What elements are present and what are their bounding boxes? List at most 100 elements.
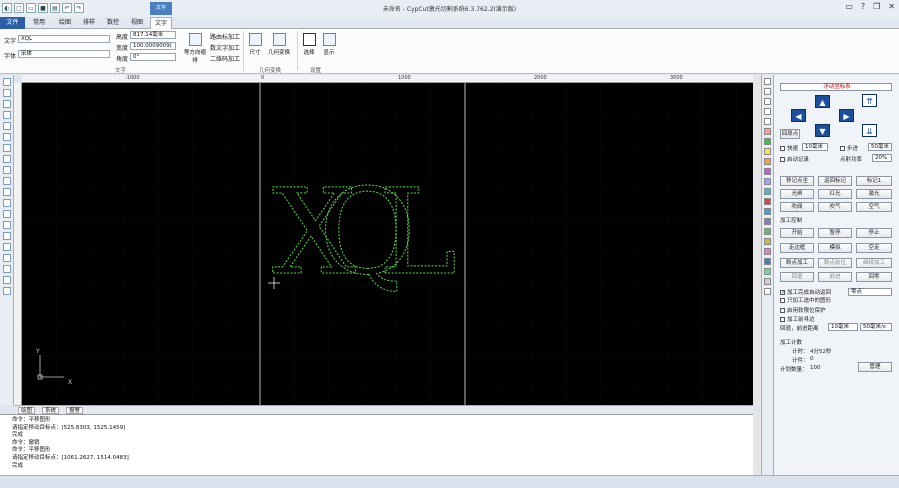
fast-option[interactable]: 快速 (780, 144, 798, 152)
node-tool-icon[interactable] (3, 89, 11, 97)
help-icon[interactable]: ? (861, 2, 865, 11)
lead-tool-icon[interactable] (3, 243, 11, 251)
text-tool-icon[interactable] (3, 221, 11, 229)
tab-text[interactable]: 文字 (150, 17, 172, 29)
home-button[interactable]: 回原点 (780, 129, 800, 139)
soft-limit-option[interactable]: 启用软限位保护 (780, 306, 826, 314)
start-record-checkbox[interactable] (780, 157, 785, 162)
font-select[interactable]: 宋体 (18, 50, 110, 58)
transform-button[interactable]: 几何变换 (266, 33, 292, 56)
edge-find-checkbox[interactable] (780, 317, 785, 322)
tab-system[interactable]: 系统 (42, 407, 60, 414)
fast-distance-select[interactable]: 10毫米 (802, 143, 828, 151)
soft-limit-checkbox[interactable] (780, 308, 785, 313)
return-mark-button[interactable]: 返回标记 (818, 176, 852, 186)
return-target-select[interactable]: 零点 (848, 288, 892, 296)
z-down-button[interactable]: ⇊ (862, 124, 877, 137)
layer-tool-icon[interactable] (764, 78, 771, 85)
move-down-button[interactable]: ▼ (815, 124, 830, 137)
layer-color-swatch[interactable] (764, 168, 771, 175)
breakpoint-button[interactable]: 断点加工 (780, 258, 814, 268)
step-option[interactable]: 步进 (840, 144, 858, 152)
step-distance-select[interactable]: 50毫米 (868, 143, 892, 151)
width-input[interactable]: 100.0009009( (130, 42, 176, 50)
auto-return-option[interactable]: 加工完成自动返回 (780, 288, 831, 296)
shutter-button[interactable]: 光闸 (780, 189, 814, 199)
polygon-tool-icon[interactable] (3, 199, 11, 207)
move-up-button[interactable]: ▲ (815, 95, 830, 108)
tab-file[interactable]: 文件 (0, 17, 25, 29)
minimize-icon[interactable]: ▭ (845, 2, 853, 11)
layer-color-swatch[interactable] (764, 148, 771, 155)
point-power-select[interactable]: 20% (872, 154, 892, 162)
tab-drawing[interactable]: 绘图 (18, 407, 36, 414)
select-tool-icon[interactable] (3, 78, 11, 86)
layer-color-swatch[interactable] (764, 228, 771, 235)
auto-return-checkbox[interactable] (780, 290, 785, 295)
process-text3-button[interactable]: 二维码加工 (210, 54, 240, 63)
back-button[interactable]: 回退 (780, 272, 814, 282)
layer-color-swatch[interactable] (764, 278, 771, 285)
text-input[interactable]: XQL (18, 35, 110, 43)
tab-common[interactable]: 常用 (27, 17, 51, 29)
layer-color-swatch[interactable] (764, 268, 771, 275)
simulate-button[interactable]: 模拟 (818, 243, 852, 253)
z-up-button[interactable]: ⇈ (862, 94, 877, 107)
zoom-tool-icon[interactable] (3, 111, 11, 119)
canvas-text-object[interactable]: XQL (272, 163, 458, 302)
breakpoint-position-button[interactable]: 断点前位 (818, 258, 852, 268)
back-forward-speed-select[interactable]: 50毫米/s (860, 323, 892, 331)
equal-spacing-button[interactable]: 等方向缩排 (182, 33, 208, 64)
frame-button[interactable]: 走边框 (780, 243, 814, 253)
point-tool-icon[interactable] (3, 122, 11, 130)
reset-button[interactable]: 回零 (856, 272, 892, 282)
canvas-vertical-scrollbar[interactable] (753, 75, 761, 405)
layer-color-swatch[interactable] (764, 128, 771, 135)
start-button[interactable]: 开始 (780, 228, 814, 238)
drawing-canvas[interactable]: XQL Y X (22, 83, 753, 405)
arc-tool-icon[interactable] (3, 155, 11, 163)
bridge-tool-icon[interactable] (3, 254, 11, 262)
pan-tool-icon[interactable] (3, 100, 11, 108)
move-left-button[interactable]: ◀ (791, 109, 806, 122)
back-forward-distance-select[interactable]: 10毫米 (828, 323, 858, 331)
console-scrollbar[interactable] (753, 414, 761, 475)
only-selected-checkbox[interactable] (780, 298, 785, 303)
start-record-option[interactable]: 启动记录 (780, 155, 809, 163)
pause-button[interactable]: 暂停 (818, 228, 852, 238)
angle-input[interactable]: 0° (130, 53, 176, 61)
measure-tool-icon[interactable] (3, 232, 11, 240)
tool-extra-icon[interactable] (3, 287, 11, 295)
layer-color-swatch[interactable] (764, 158, 771, 165)
tab-view[interactable]: 视图 (125, 17, 149, 29)
process-text2-button[interactable]: 数文字加工 (210, 43, 240, 52)
size-button[interactable]: 尺寸 (246, 33, 264, 56)
layer-color-swatch[interactable] (764, 138, 771, 145)
layer-tool-icon[interactable] (764, 288, 771, 295)
edge-find-option[interactable]: 加工前寻边 (780, 315, 815, 323)
tab-alarm[interactable]: 报警 (66, 407, 84, 414)
height-input[interactable]: 817.14毫米 (130, 31, 176, 39)
blow-air-button[interactable]: 吹气 (818, 202, 852, 212)
ellipse-tool-icon[interactable] (3, 188, 11, 196)
fast-checkbox[interactable] (780, 146, 785, 151)
step-checkbox[interactable] (840, 146, 845, 151)
manage-button[interactable]: 管理 (858, 362, 892, 372)
show-button[interactable]: 显示 (320, 33, 338, 56)
only-selected-option[interactable]: 只加工选中的图形 (780, 296, 831, 304)
mark-select[interactable]: 标记1 (856, 176, 892, 186)
coordinate-system-select[interactable]: 浮动坐标系 (780, 83, 892, 91)
circle-tool-icon[interactable] (3, 166, 11, 174)
continue-button[interactable]: 继续加工 (856, 258, 892, 268)
layer-color-swatch[interactable] (764, 248, 771, 255)
tab-nest[interactable]: 排样 (77, 17, 101, 29)
blow-valve-button[interactable]: 吹阀 (780, 202, 814, 212)
move-right-button[interactable]: ▶ (839, 109, 854, 122)
layer-color-swatch[interactable] (764, 258, 771, 265)
red-light-button[interactable]: 红光 (818, 189, 852, 199)
select-button[interactable]: 选择 (300, 33, 318, 56)
line-tool-icon[interactable] (3, 133, 11, 141)
layer-tool-icon[interactable] (764, 108, 771, 115)
laser-button[interactable]: 激光 (856, 189, 892, 199)
polyline-tool-icon[interactable] (3, 144, 11, 152)
